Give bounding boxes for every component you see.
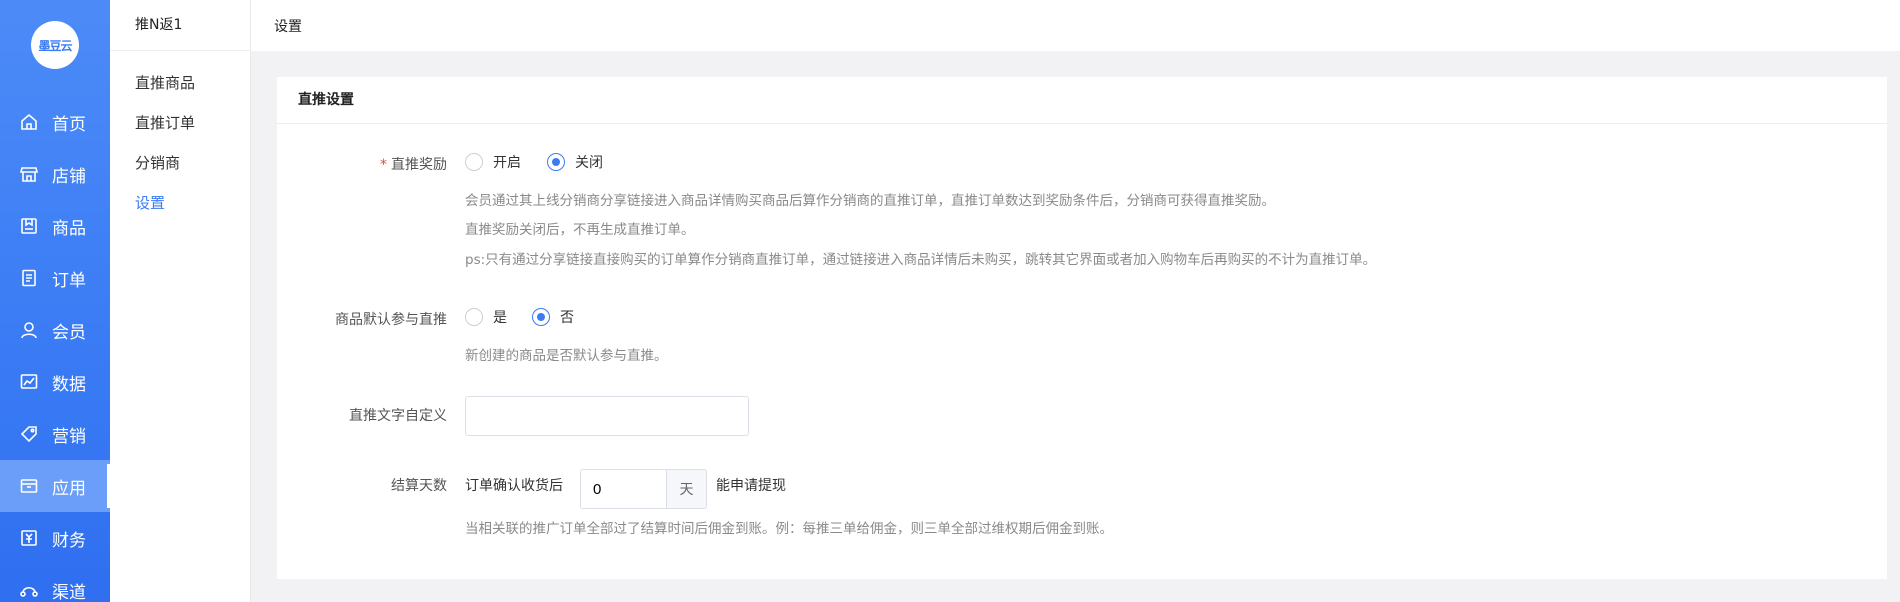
tag-icon	[20, 425, 38, 443]
default-join-radio-no[interactable]: 否	[532, 307, 574, 327]
settings-card: 直推设置 * 直推奖励 开启 关闭 会员通过其上线分销商分享链接进入商品详情购买商…	[277, 77, 1887, 579]
radio-label: 开启	[493, 155, 521, 171]
secondary-sidebar: 推N返1 直推商品 直推订单 分销商 设置	[110, 0, 251, 602]
chart-icon	[20, 373, 38, 391]
nav-item-marketing[interactable]: 营销	[0, 408, 110, 460]
member-icon	[20, 321, 38, 339]
page-header: 设置	[251, 0, 1900, 51]
settle-days-input[interactable]	[580, 469, 666, 509]
nav-item-goods[interactable]: 商品	[0, 200, 110, 252]
page-title: 设置	[274, 19, 302, 35]
nav-label: 营销	[52, 426, 86, 447]
nav-item-member[interactable]: 会员	[0, 304, 110, 356]
reward-hint-3: ps:只有通过分享链接直接购买的订单算作分销商直推订单，通过链接进入商品详情后未…	[465, 252, 1377, 268]
subnav-item-settings[interactable]: 设置	[135, 192, 165, 213]
radio-label: 关闭	[575, 155, 603, 171]
subnav-item-direct-orders[interactable]: 直推订单	[135, 112, 195, 133]
settle-label: 结算天数	[391, 478, 447, 494]
nav-item-home[interactable]: 首页	[0, 96, 110, 148]
store-icon	[20, 165, 38, 183]
reward-label-text: 直推奖励	[391, 157, 447, 173]
finance-icon	[20, 529, 38, 547]
nav-label: 数据	[52, 374, 86, 395]
nav-label: 订单	[52, 270, 86, 291]
subnav-item-distributors[interactable]: 分销商	[135, 152, 180, 173]
custom-text-input[interactable]	[465, 396, 749, 436]
reward-radio-off[interactable]: 关闭	[547, 152, 603, 172]
home-icon	[20, 113, 38, 131]
nav-item-channel[interactable]: 渠道	[0, 564, 110, 602]
nav-label: 渠道	[52, 582, 86, 602]
radio-label: 是	[493, 310, 507, 326]
settle-prefix: 订单确认收货后	[465, 478, 563, 494]
nav-label: 财务	[52, 530, 86, 551]
nav-label: 应用	[52, 478, 86, 499]
default-join-label: 商品默认参与直推	[335, 312, 447, 328]
reward-hint-1: 会员通过其上线分销商分享链接进入商品详情购买商品后算作分销商的直推订单，直推订单…	[465, 193, 1275, 209]
radio-label: 否	[560, 310, 574, 326]
nav-label: 会员	[52, 322, 86, 343]
logo-text: 墨豆云	[38, 38, 72, 53]
nav-item-store[interactable]: 店铺	[0, 148, 110, 200]
nav-item-data[interactable]: 数据	[0, 356, 110, 408]
nav-label: 店铺	[52, 166, 86, 187]
reward-label: * 直推奖励	[277, 154, 447, 174]
main-sidebar: 墨豆云 首页 店铺 商品 订单 会员 数据 营销 应用 财务 渠道	[0, 0, 110, 602]
nav-label: 商品	[52, 218, 86, 239]
required-mark: *	[380, 157, 387, 173]
radio-circle	[465, 153, 483, 171]
radio-circle	[532, 308, 550, 326]
default-join-radio-yes[interactable]: 是	[465, 307, 507, 327]
radio-circle	[465, 308, 483, 326]
nav-item-finance[interactable]: 财务	[0, 512, 110, 564]
nav-item-order[interactable]: 订单	[0, 252, 110, 304]
custom-text-label: 直推文字自定义	[349, 408, 447, 424]
order-icon	[20, 269, 38, 287]
subnav-title: 推N返1	[110, 0, 250, 51]
reward-radio-on[interactable]: 开启	[465, 152, 521, 172]
settle-days-unit: 天	[666, 469, 707, 509]
subnav-item-direct-goods[interactable]: 直推商品	[135, 72, 195, 93]
reward-hint-2: 直推奖励关闭后，不再生成直推订单。	[465, 222, 695, 238]
goods-icon	[20, 217, 38, 235]
nav-item-app[interactable]: 应用	[0, 460, 110, 512]
radio-circle	[547, 153, 565, 171]
settle-suffix: 能申请提现	[716, 478, 786, 494]
nav-label: 首页	[52, 114, 86, 135]
app-icon	[20, 477, 38, 495]
brand-logo[interactable]: 墨豆云	[31, 21, 79, 69]
settle-days-group: 天	[580, 469, 707, 509]
settle-hint: 当相关联的推广订单全部过了结算时间后佣金到账。例：每推三单给佣金，则三单全部过维…	[465, 521, 1113, 537]
card-title: 直推设置	[277, 77, 1887, 124]
default-join-hint: 新创建的商品是否默认参与直推。	[465, 348, 668, 364]
channel-icon	[20, 581, 38, 599]
